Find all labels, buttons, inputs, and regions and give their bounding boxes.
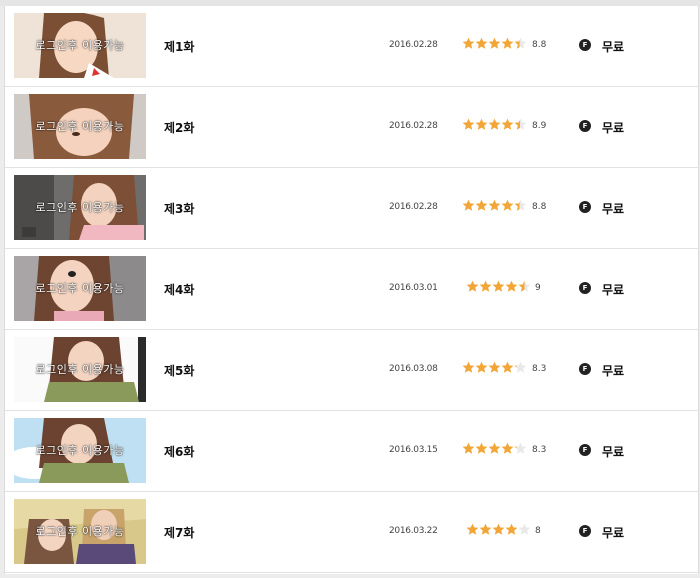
rating-score: 8.9 [532,121,547,131]
star-icon [479,523,492,535]
episode-thumbnail[interactable]: 로그인후 이용가능 [14,337,146,402]
login-required-label: 로그인후 이용가능 [35,363,125,376]
star-icon [518,523,531,535]
episode-date: 2016.03.08 [389,364,438,374]
star-icon [514,361,527,373]
episode-row[interactable]: 로그인후 이용가능 제5화 2016.03.08 8.3 F 무료 [5,330,698,411]
star-icon [505,523,518,535]
star-icon [514,199,527,211]
star-icon [475,118,488,130]
rating-score: 8 [535,526,541,536]
episode-thumbnail[interactable]: 로그인후 이용가능 [14,256,146,321]
episode-date: 2016.03.15 [389,445,438,455]
episode-date: 2016.03.01 [389,283,438,293]
episode-row[interactable]: 로그인후 이용가능 제2화 2016.02.28 8.9 F 무료 [5,87,698,168]
star-icon [488,199,501,211]
star-icon [466,523,479,535]
episode-row[interactable]: 로그인후 이용가능 제4화 2016.03.01 9 F 무료 [5,249,698,330]
star-icon [475,199,488,211]
price-label: 무료 [602,121,625,135]
star-rating [466,280,531,294]
coin-icon: F [579,282,591,294]
episode-title[interactable]: 제5화 [164,362,194,379]
star-icon [505,280,518,292]
star-icon [462,37,475,49]
login-required-label: 로그인후 이용가능 [35,201,125,214]
login-required-label: 로그인후 이용가능 [35,525,125,538]
star-icon [501,199,514,211]
star-icon [479,280,492,292]
episode-title[interactable]: 제7화 [164,524,194,541]
coin-icon: F [579,363,591,375]
star-rating [462,199,527,213]
episode-row[interactable]: 로그인후 이용가능 제7화 2016.03.22 8 F 무료 [5,492,698,573]
episode-title[interactable]: 제6화 [164,443,194,460]
episode-row[interactable]: 로그인후 이용가능 제6화 2016.03.15 8.3 F 무료 [5,411,698,492]
star-icon [514,118,527,130]
star-icon [488,118,501,130]
coin-icon: F [579,525,591,537]
star-rating [466,523,531,537]
episode-title[interactable]: 제3화 [164,200,194,217]
episode-title[interactable]: 제2화 [164,119,194,136]
star-icon [492,523,505,535]
star-rating [462,442,527,456]
star-icon [501,442,514,454]
rating-score: 9 [535,283,541,293]
star-icon [501,118,514,130]
episode-thumbnail[interactable]: 로그인후 이용가능 [14,13,146,78]
rating-score: 8.3 [532,445,547,455]
star-icon [475,361,488,373]
star-icon [462,199,475,211]
star-icon [514,442,527,454]
price-label: 무료 [602,526,625,540]
coin-icon: F [579,39,591,51]
star-icon [518,280,531,292]
star-icon [492,280,505,292]
price-label: 무료 [602,202,625,216]
coin-icon: F [579,120,591,132]
episode-row[interactable]: 로그인후 이용가능 제3화 2016.02.28 8.8 F 무료 [5,168,698,249]
price-label: 무료 [602,283,625,297]
price-label: 무료 [602,40,625,54]
rating-score: 8.3 [532,364,547,374]
star-icon [462,118,475,130]
star-icon [475,37,488,49]
login-required-label: 로그인후 이용가능 [35,120,125,133]
star-icon [488,37,501,49]
login-required-label: 로그인후 이용가능 [35,39,125,52]
rating-score: 8.8 [532,40,547,50]
star-icon [475,442,488,454]
star-rating [462,37,527,51]
episode-thumbnail[interactable]: 로그인후 이용가능 [14,94,146,159]
episode-date: 2016.02.28 [389,202,438,212]
episode-title[interactable]: 제1화 [164,38,194,55]
episode-thumbnail[interactable]: 로그인후 이용가능 [14,418,146,483]
star-rating [462,118,527,132]
login-required-label: 로그인후 이용가능 [35,444,125,457]
login-required-label: 로그인후 이용가능 [35,282,125,295]
rating-score: 8.8 [532,202,547,212]
star-icon [488,361,501,373]
star-icon [462,442,475,454]
episode-list: 로그인후 이용가능 제1화 2016.02.28 8.8 F 무료 로그인후 이… [4,6,699,574]
price-label: 무료 [602,445,625,459]
episode-date: 2016.03.22 [389,526,438,536]
coin-icon: F [579,444,591,456]
episode-date: 2016.02.28 [389,40,438,50]
episode-row[interactable]: 로그인후 이용가능 제1화 2016.02.28 8.8 F 무료 [5,6,698,87]
star-icon [462,361,475,373]
episode-title[interactable]: 제4화 [164,281,194,298]
episode-thumbnail[interactable]: 로그인후 이용가능 [14,499,146,564]
star-icon [514,37,527,49]
star-rating [462,361,527,375]
star-icon [466,280,479,292]
star-icon [488,442,501,454]
coin-icon: F [579,201,591,213]
price-label: 무료 [602,364,625,378]
star-icon [501,361,514,373]
star-icon [501,37,514,49]
episode-thumbnail[interactable]: 로그인후 이용가능 [14,175,146,240]
episode-date: 2016.02.28 [389,121,438,131]
